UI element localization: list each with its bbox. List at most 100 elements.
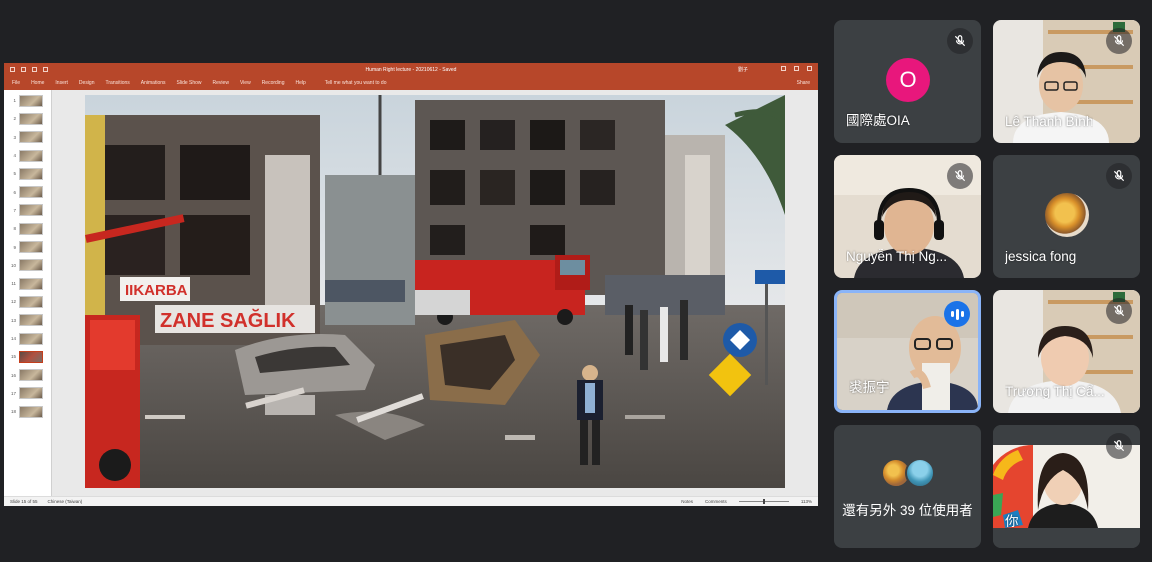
mic-off-icon [1106, 28, 1132, 54]
participant-name: jessica fong [1005, 249, 1077, 264]
slide-thumbnail[interactable]: 9 [8, 240, 51, 254]
participant-name: 裘振宇 [849, 380, 890, 395]
slide-thumbnail-image [19, 94, 43, 107]
tell-me-search[interactable]: Tell me what you want to do [325, 80, 387, 86]
slide-thumbnail[interactable]: 13 [8, 314, 51, 327]
mic-off-icon [1106, 163, 1132, 189]
document-title: Human Right lecture - 20210612 - Saved [365, 66, 457, 73]
avatar [1045, 193, 1089, 237]
mic-off-icon [947, 163, 973, 189]
slide-thumbnail[interactable]: 1 [8, 94, 51, 107]
slide-thumbnail[interactable]: 2 [8, 112, 51, 125]
slide-thumbnail-image [19, 149, 43, 162]
slide-thumbnail[interactable]: 17 [8, 387, 51, 400]
slide-thumbnail-number: 8 [13, 226, 16, 232]
slide-thumbnail-number: 1 [13, 98, 16, 104]
slide-thumbnail[interactable]: 4 [8, 149, 51, 162]
slide-thumbnail[interactable]: 6 [8, 185, 51, 199]
slide-thumbnails: 1 2 3 4 5 6 7 8 9 10 11 12 13 14 15 16 17 18 [4, 90, 52, 496]
participant-tile-jessica-fong[interactable]: jessica fong [993, 155, 1140, 278]
participant-tile-active-speaker[interactable]: 裘振宇 [834, 290, 981, 413]
slide-thumbnail-image [19, 332, 43, 345]
participant-tile-self[interactable]: 你 [993, 425, 1140, 548]
slide-thumbnail[interactable]: 10 [8, 259, 51, 272]
slide-thumbnail-image [19, 204, 43, 217]
maximize-icon[interactable] [794, 66, 799, 71]
slide-thumbnail[interactable]: 14 [8, 332, 51, 345]
slide-thumbnail-number: 2 [13, 116, 16, 122]
slide-thumbnail[interactable]: 15 [8, 350, 51, 363]
tab-transitions[interactable]: Transitions [106, 80, 130, 86]
svg-text:ZANE SAĞLIK: ZANE SAĞLIK [160, 308, 296, 332]
tab-review[interactable]: Review [213, 80, 229, 86]
slide-thumbnail-image [19, 350, 43, 363]
slide-photo: ZANE SAĞLIK IIKARBA [85, 95, 785, 488]
slide-thumbnail-image [19, 186, 43, 199]
participant-name: Lê Thanh Bình [1005, 114, 1094, 129]
participant-name: 國際處OIA [846, 113, 910, 128]
screen-share: Human Right lecture - 20210612 - Saved 劉… [4, 63, 818, 506]
comments-button[interactable]: Comments [705, 499, 727, 504]
tab-design[interactable]: Design [79, 80, 95, 86]
minimize-icon[interactable] [781, 66, 786, 71]
more-participants-tile[interactable]: 還有另外 39 位使用者 [834, 425, 981, 548]
participant-tile-truong-thi-ca[interactable]: Trương Thị Cẩ... [993, 290, 1140, 413]
slide-thumbnail[interactable]: 5 [8, 167, 51, 180]
slide-thumbnail-image [19, 295, 43, 308]
slide-thumbnail[interactable]: 12 [8, 295, 51, 308]
slide-thumbnail-image [19, 314, 43, 327]
current-slide[interactable]: ZANE SAĞLIK IIKARBA [85, 95, 785, 488]
tab-insert[interactable]: Insert [55, 80, 68, 86]
slide-editor: ZANE SAĞLIK IIKARBA [52, 90, 818, 496]
slide-thumbnail-image [19, 369, 43, 382]
speaking-indicator-icon [944, 301, 970, 327]
tab-home[interactable]: Home [31, 80, 44, 86]
slide-thumbnail-number: 14 [10, 336, 16, 341]
share-button[interactable]: Share [797, 80, 810, 86]
slide-thumbnail-number: 6 [13, 189, 16, 195]
slide-thumbnail-image [19, 277, 43, 290]
zoom-level[interactable]: 113% [801, 499, 812, 504]
participant-tile-oia[interactable]: O 國際處OIA [834, 20, 981, 143]
slide-thumbnail-image [19, 259, 43, 272]
slide-thumbnail-number: 12 [10, 299, 16, 305]
slide-thumbnail[interactable]: 11 [8, 277, 51, 290]
zoom-slider[interactable] [738, 499, 789, 504]
mic-off-icon [947, 28, 973, 54]
slide-thumbnail[interactable]: 16 [8, 368, 51, 382]
ribbon-tabs: File Home Insert Design Transitions Anim… [4, 76, 818, 90]
ppt-title-bar: Human Right lecture - 20210612 - Saved 劉… [4, 63, 818, 76]
avatar: O [886, 58, 930, 102]
slide-thumbnail[interactable]: 7 [8, 204, 51, 217]
slide-thumbnail[interactable]: 3 [8, 131, 51, 144]
slide-thumbnail-number: 16 [10, 372, 16, 378]
participant-tile-le-thanh-binh[interactable]: Lê Thanh Bình [993, 20, 1140, 143]
mic-off-icon [1106, 433, 1132, 459]
slide-thumbnail-number: 11 [11, 281, 16, 287]
slide-thumbnail[interactable]: 18 [8, 405, 51, 418]
ppt-status-bar: Slide 15 of 55 Chinese (Taiwan) Notes Co… [4, 496, 818, 506]
close-icon[interactable] [807, 66, 812, 71]
ppt-body: 1 2 3 4 5 6 7 8 9 10 11 12 13 14 15 16 17 18 [4, 90, 818, 496]
tab-file[interactable]: File [12, 80, 20, 86]
tab-slide-show[interactable]: Slide Show [177, 80, 202, 86]
slide-thumbnail-image [19, 241, 43, 254]
slide-thumbnail-number: 18 [10, 409, 16, 415]
participant-name: 你 [1005, 514, 1019, 529]
window-controls[interactable] [781, 66, 812, 71]
tab-animations[interactable]: Animations [141, 80, 166, 86]
meeting-stage: Human Right lecture - 20210612 - Saved 劉… [0, 0, 1152, 562]
slide-thumbnail-number: 9 [13, 244, 16, 250]
tab-help[interactable]: Help [295, 80, 305, 86]
slide-count: Slide 15 of 55 [10, 499, 38, 504]
tab-recording[interactable]: Recording [262, 80, 285, 86]
more-participants-label: 還有另外 39 位使用者 [842, 503, 973, 518]
account-name[interactable]: 劉子 [738, 66, 748, 73]
slide-thumbnail[interactable]: 8 [8, 222, 51, 235]
language-status[interactable]: Chinese (Taiwan) [48, 499, 83, 504]
slide-thumbnail-number: 17 [10, 390, 16, 396]
slide-thumbnail-image [19, 131, 43, 144]
participant-tile-nguyen-thi-ng[interactable]: Nguyễn Thị Ng... [834, 155, 981, 278]
tab-view[interactable]: View [240, 80, 251, 86]
notes-button[interactable]: Notes [681, 499, 693, 504]
